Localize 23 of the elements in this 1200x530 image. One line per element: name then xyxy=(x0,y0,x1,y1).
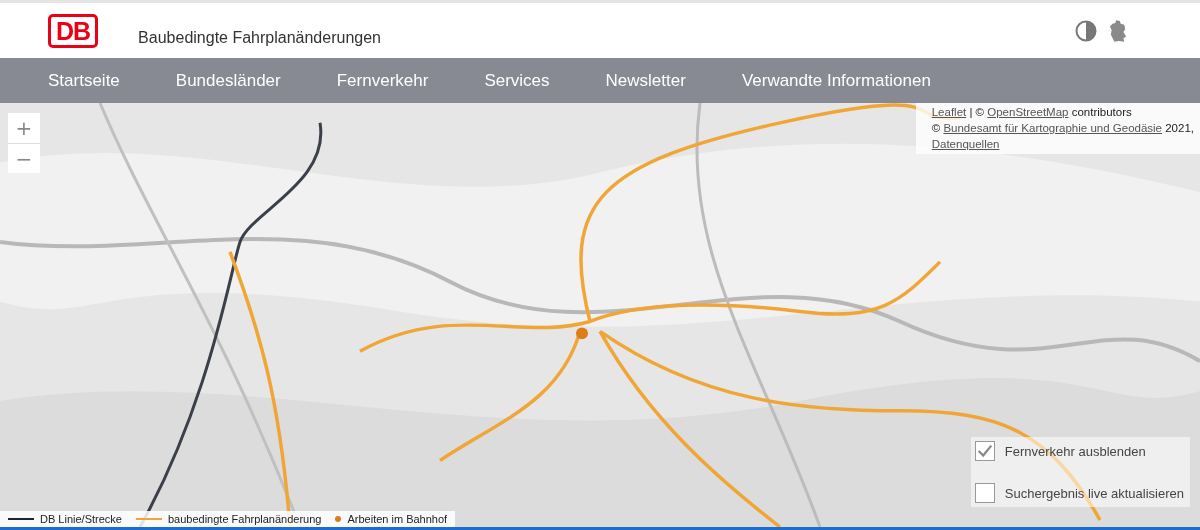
checkbox[interactable] xyxy=(974,483,995,503)
attribution-link[interactable]: Bundesamt für Kartographie und Geodäsie xyxy=(943,122,1162,134)
zoom-out-button[interactable]: − xyxy=(8,143,40,173)
checkbox-label: Fernverkehr ausblenden xyxy=(1004,443,1146,459)
nav-link[interactable]: Verwandte Informationen xyxy=(741,70,931,91)
nav-link[interactable]: Newsletter xyxy=(605,70,686,91)
legend-label: baubedingte Fahrplanänderung xyxy=(167,513,322,525)
attribution-link[interactable]: Leaflet xyxy=(931,106,967,118)
legend-label: DB Linie/Strecke xyxy=(40,513,122,525)
contrast-icon[interactable] xyxy=(1075,19,1097,42)
map-attribution: Leaflet | © OpenStreetMap contributors © Bundesamt für Kartographie und Geodäsie 2021, Datenquellen xyxy=(915,103,1200,154)
attribution-link[interactable]: Datenquellen xyxy=(931,138,1000,150)
nav-link[interactable]: Startseite xyxy=(48,70,120,91)
checkbox[interactable] xyxy=(974,441,995,461)
nav-link[interactable]: Services xyxy=(484,70,550,91)
attribution-link[interactable]: OpenStreetMap xyxy=(987,106,1069,118)
legend-label: Arbeiten im Bahnhof xyxy=(347,513,448,525)
germany-map-icon[interactable] xyxy=(1109,18,1127,43)
site-title: Baubedingte Fahrplanänderungen xyxy=(138,28,381,47)
nav-link[interactable]: Fernverkehr xyxy=(336,70,429,91)
nav-link[interactable]: Bundesländer xyxy=(175,70,281,91)
db-logo[interactable]: DB xyxy=(48,13,99,48)
checkbox-label: Suchergebnis live aktualisieren xyxy=(1004,485,1184,501)
